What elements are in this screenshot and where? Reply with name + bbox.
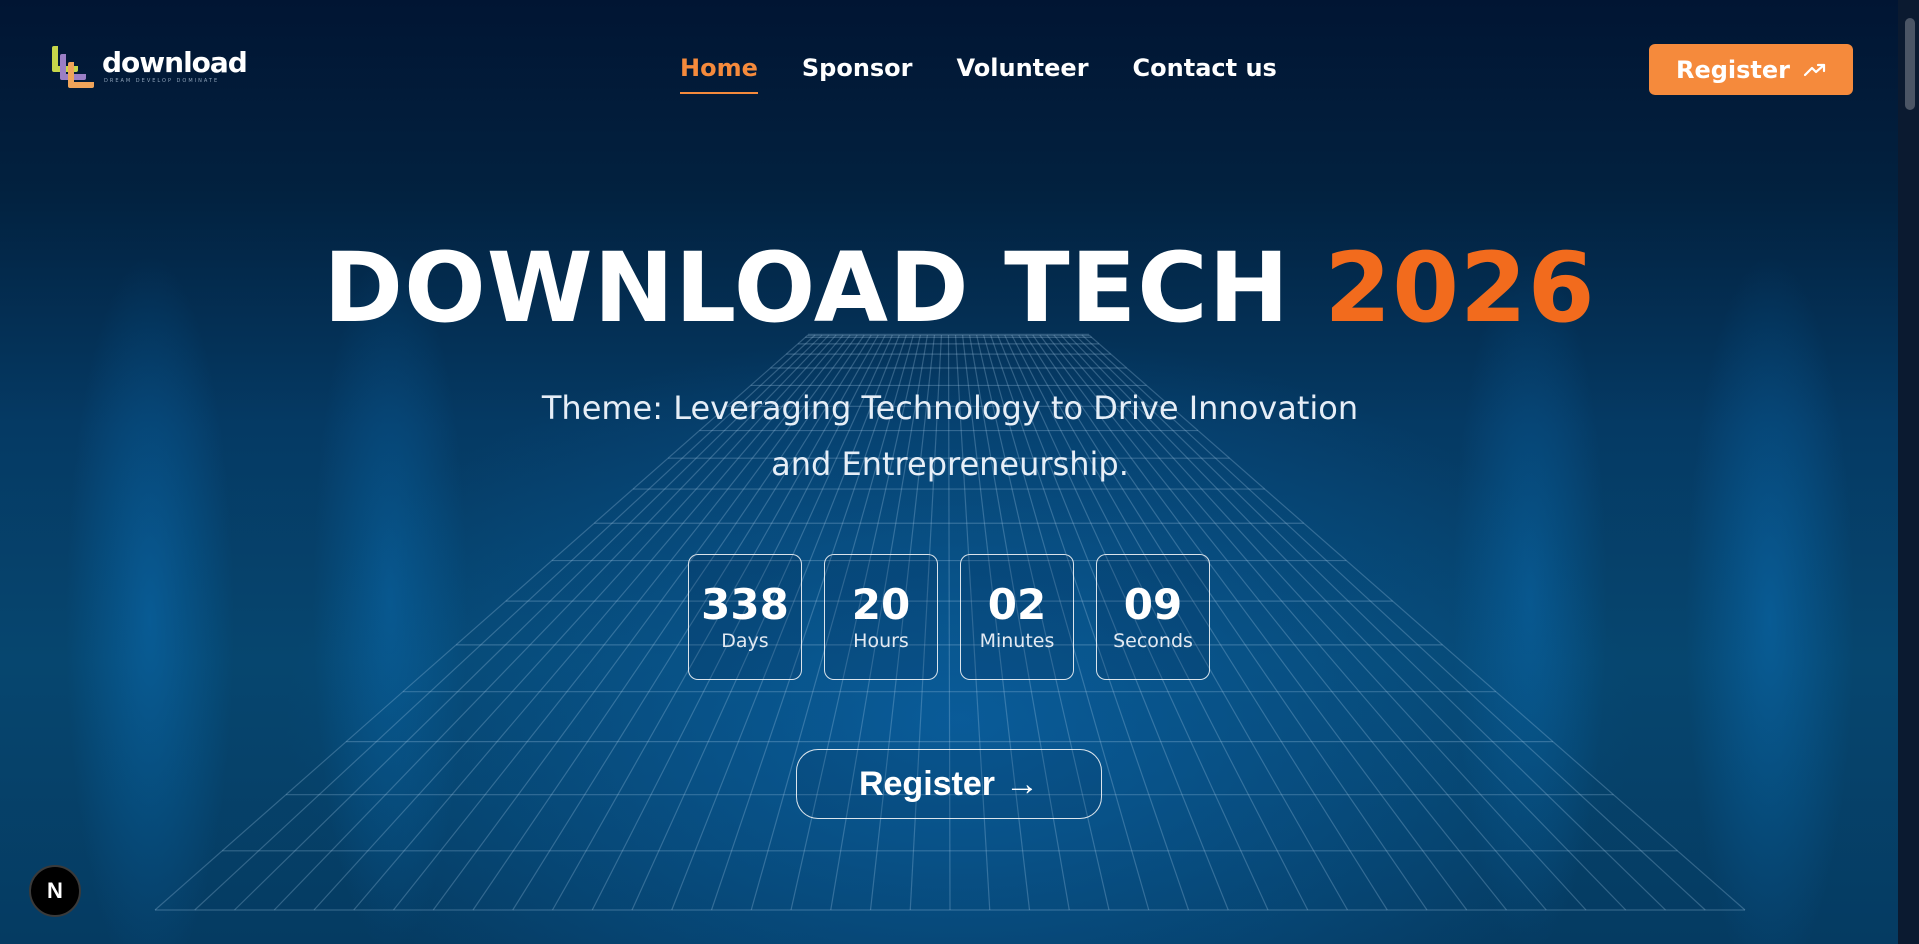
- next-devtools-icon[interactable]: N: [29, 865, 81, 917]
- nav-item-sponsor[interactable]: Sponsor: [802, 52, 913, 84]
- nav-item-contact[interactable]: Contact us: [1133, 52, 1277, 84]
- main-nav: Home Sponsor Volunteer Contact us: [680, 52, 1321, 94]
- hero-title-year: 2026: [1324, 232, 1596, 344]
- hero-register-button[interactable]: Register →: [796, 749, 1102, 819]
- nav-item-home[interactable]: Home: [680, 52, 758, 94]
- countdown-value: 20: [851, 580, 911, 629]
- header-register-button[interactable]: Register: [1649, 44, 1853, 95]
- trending-up-icon: [1804, 63, 1826, 76]
- countdown-hours: 20 Hours: [824, 554, 938, 680]
- hero-register-label: Register: [858, 764, 996, 803]
- countdown-minutes: 02 Minutes: [960, 554, 1074, 680]
- countdown-seconds: 09 Seconds: [1096, 554, 1210, 680]
- countdown-value: 338: [701, 580, 789, 629]
- logo[interactable]: download DREAM DEVELOP DOMINATE: [50, 42, 248, 90]
- logo-mark-icon: [50, 42, 98, 90]
- countdown-days: 338 Days: [688, 554, 802, 680]
- countdown-label: Seconds: [1113, 630, 1193, 652]
- hero-theme: Theme: Leveraging Technology to Drive In…: [541, 389, 1359, 483]
- arrow-right-icon: →: [1005, 764, 1040, 803]
- logo-word: download: [102, 46, 248, 79]
- countdown: 338 Days 20 Hours 02 Minutes 09 Seconds: [688, 554, 1210, 680]
- header-register-label: Register: [1675, 55, 1791, 84]
- hero-title-main: DOWNLOAD TECH: [323, 232, 1290, 344]
- scrollbar[interactable]: [1898, 0, 1919, 944]
- countdown-label: Hours: [853, 630, 909, 652]
- countdown-value: 02: [987, 580, 1047, 629]
- scrollbar-thumb[interactable]: [1905, 18, 1915, 110]
- countdown-label: Days: [721, 630, 769, 652]
- logo-tagline: DREAM DEVELOP DOMINATE: [104, 78, 220, 84]
- nav-item-volunteer[interactable]: Volunteer: [957, 52, 1089, 84]
- countdown-value: 09: [1123, 580, 1183, 629]
- countdown-label: Minutes: [979, 630, 1055, 652]
- page: download DREAM DEVELOP DOMINATE Home Spo…: [0, 0, 1919, 944]
- hero-title: DOWNLOAD TECH 2026: [0, 228, 1919, 348]
